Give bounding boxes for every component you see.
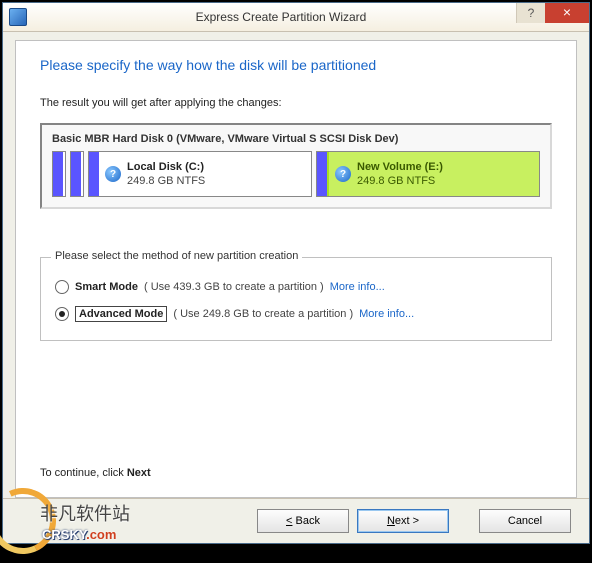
client-area: Please specify the way how the disk will…: [3, 32, 589, 506]
partition-size: 249.8 GB NTFS: [357, 174, 443, 188]
method-legend: Please select the method of new partitio…: [51, 250, 302, 262]
advanced-mode-label: Advanced Mode: [75, 306, 167, 322]
partition-name: New Volume (E:): [357, 160, 443, 174]
smart-mode-desc: ( Use 439.3 GB to create a partition ): [144, 281, 324, 293]
advanced-mode-radio[interactable]: [55, 307, 69, 321]
close-button[interactable]: ×: [545, 3, 589, 23]
continue-bold: Next: [127, 467, 151, 479]
window-title: Express Create Partition Wizard: [33, 10, 529, 24]
partition-bar: ? Local Disk (C:) 249.8 GB NTFS ?: [52, 151, 540, 197]
partition-stripe-icon: [317, 152, 329, 196]
titlebar: Express Create Partition Wizard ? ×: [3, 3, 589, 32]
advanced-mode-row[interactable]: Advanced Mode ( Use 249.8 GB to create a…: [55, 306, 537, 322]
help-button[interactable]: ?: [516, 3, 545, 23]
volume-help-icon: ?: [105, 166, 121, 182]
continue-prefix: To continue, click: [40, 467, 127, 479]
smart-mode-more-link[interactable]: More info...: [330, 281, 385, 293]
continue-hint: To continue, click Next: [40, 467, 151, 479]
next-button[interactable]: Next >: [357, 509, 449, 533]
disk-title: Basic MBR Hard Disk 0 (VMware, VMware Vi…: [52, 133, 540, 145]
partition-stripe-icon: [71, 152, 81, 196]
partition-reserved-2: [70, 151, 84, 197]
advanced-mode-more-link[interactable]: More info...: [359, 308, 414, 320]
method-fieldset: Please select the method of new partitio…: [40, 257, 552, 341]
volume-help-icon: ?: [335, 166, 351, 182]
advanced-mode-desc: ( Use 249.8 GB to create a partition ): [173, 308, 353, 320]
smart-mode-row[interactable]: Smart Mode ( Use 439.3 GB to create a pa…: [55, 280, 537, 294]
result-label: The result you will get after applying t…: [40, 97, 552, 109]
disk-preview: Basic MBR Hard Disk 0 (VMware, VMware Vi…: [40, 123, 552, 209]
wizard-panel: Please specify the way how the disk will…: [15, 40, 577, 498]
partition-stripe-icon: [89, 152, 99, 196]
partition-stripe-icon: [53, 152, 63, 196]
partition-reserved-1: [52, 151, 66, 197]
button-bar: < Back Next > Cancel: [3, 498, 589, 543]
smart-mode-radio[interactable]: [55, 280, 69, 294]
app-icon: [9, 8, 27, 26]
partition-c[interactable]: ? Local Disk (C:) 249.8 GB NTFS: [88, 151, 312, 197]
partition-name: Local Disk (C:): [127, 160, 205, 174]
back-button[interactable]: < Back: [257, 509, 349, 533]
partition-size: 249.8 GB NTFS: [127, 174, 205, 188]
cancel-button[interactable]: Cancel: [479, 509, 571, 533]
partition-e-new[interactable]: ? New Volume (E:) 249.8 GB NTFS: [316, 151, 540, 197]
page-heading: Please specify the way how the disk will…: [40, 57, 552, 73]
smart-mode-label: Smart Mode: [75, 281, 138, 293]
dialog-window: Express Create Partition Wizard ? × Plea…: [2, 2, 590, 544]
